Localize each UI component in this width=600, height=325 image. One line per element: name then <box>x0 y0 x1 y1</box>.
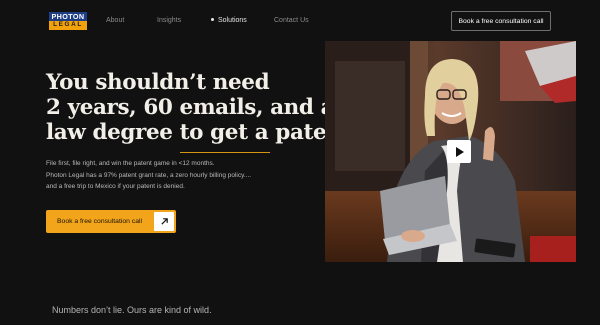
nav-item-solutions-label: Solutions <box>218 17 247 24</box>
stats-intro: Numbers don’t lie. Ours are kind of wild… <box>52 305 212 315</box>
play-button[interactable] <box>447 140 471 163</box>
active-dot-icon <box>211 18 214 21</box>
headline-line-1: You shouldn’t need <box>46 70 270 95</box>
nav-item-contact-us[interactable]: Contact Us <box>274 17 309 24</box>
arrow-up-right-icon <box>154 212 174 231</box>
headline-line-3: law degree to get a patent. <box>46 120 359 145</box>
hero-video[interactable] <box>325 41 576 262</box>
brand-line-1: PHOTON <box>49 12 87 22</box>
brand-logo[interactable]: PHOTON LEGAL <box>49 11 87 31</box>
page: PHOTON LEGAL About Insights Solutions Co… <box>0 0 600 325</box>
headline-underline <box>180 152 270 153</box>
hero-headline: You shouldn’t need 2 years, 60 emails, a… <box>46 70 359 145</box>
nav-item-insights[interactable]: Insights <box>157 17 181 24</box>
subtext-line-2: Photon Legal has a 97% patent grant rate… <box>46 171 252 179</box>
subtext-line-1: File first, file right, and win the pate… <box>46 160 215 167</box>
hero-consultation-label: Book a free consultation call <box>57 218 143 225</box>
header-consultation-button[interactable]: Book a free consultation call <box>451 11 551 31</box>
hero-consultation-button[interactable]: Book a free consultation call <box>46 210 176 233</box>
headline-line-2: 2 years, 60 emails, and a <box>46 95 335 120</box>
hero-subtext: File first, file right, and win the pate… <box>46 158 316 193</box>
subtext-line-3: and a free trip to Mexico if your patent… <box>46 183 185 190</box>
nav-item-solutions[interactable]: Solutions <box>211 17 247 24</box>
play-icon <box>455 146 464 157</box>
header-consultation-label: Book a free consultation call <box>458 17 544 25</box>
nav-item-about[interactable]: About <box>106 17 124 24</box>
brand-line-2: LEGAL <box>49 21 87 30</box>
